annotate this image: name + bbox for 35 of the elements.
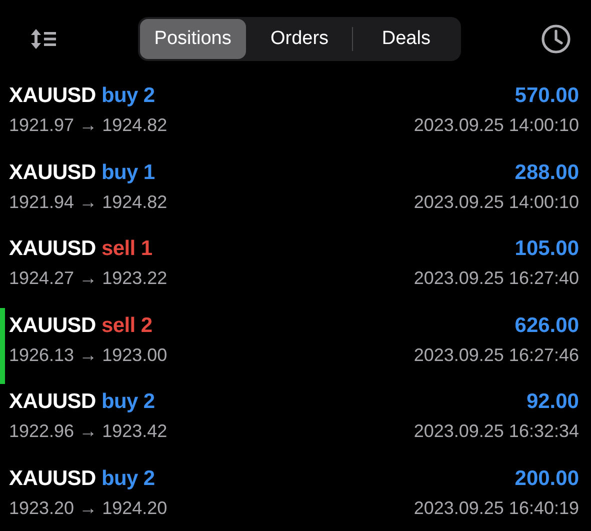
position-title: XAUUSD buy 2 xyxy=(9,390,155,414)
position-title: XAUUSD buy 2 xyxy=(9,84,155,108)
profit-value: 105.00 xyxy=(514,237,579,261)
history-clock-icon[interactable] xyxy=(541,24,571,54)
position-time: 2023.09.25 16:32:34 xyxy=(414,421,579,442)
position-row[interactable]: XAUUSD buy 1 288.00 1921.94 → 1924.82 2023.09.25 14:00:10 xyxy=(0,154,591,231)
position-time: 2023.09.25 16:27:40 xyxy=(414,268,579,289)
price-range: 1922.96 → 1923.42 xyxy=(9,421,168,442)
position-title: XAUUSD sell 1 xyxy=(9,237,152,261)
tab[interactable]: Positions xyxy=(140,19,246,59)
position-title: XAUUSD buy 1 xyxy=(9,160,155,184)
price-range: 1921.97 → 1924.82 xyxy=(9,115,168,136)
position-row[interactable]: XAUUSD buy 2 200.00 1923.20 → 1924.20 2023.09.25 16:40:19 xyxy=(0,460,591,531)
position-row[interactable]: XAUUSD sell 1 105.00 1924.27 → 1923.22 2023.09.25 16:27:40 xyxy=(0,231,591,308)
profit-value: 626.00 xyxy=(514,314,579,338)
tab[interactable]: Deals xyxy=(353,19,460,59)
position-title: XAUUSD sell 2 xyxy=(9,314,152,338)
profit-value: 92.00 xyxy=(526,390,579,414)
price-range: 1924.27 → 1923.22 xyxy=(9,268,168,289)
price-range: 1926.13 → 1923.00 xyxy=(9,344,168,366)
tab[interactable]: Orders xyxy=(246,19,352,59)
position-row[interactable]: XAUUSD sell 2 626.00 1926.13 → 1923.00 2023.09.25 16:27:46 xyxy=(0,308,591,384)
price-range: 1921.94 → 1924.82 xyxy=(9,192,168,212)
position-title: XAUUSD buy 2 xyxy=(9,466,155,490)
position-row[interactable]: XAUUSD buy 2 570.00 1921.97 → 1924.82 2023.09.25 14:00:10 xyxy=(0,78,591,154)
profit-value: 288.00 xyxy=(514,160,579,184)
position-time: 2023.09.25 14:00:10 xyxy=(414,115,579,136)
position-time: 2023.09.25 14:00:10 xyxy=(414,192,579,212)
position-row[interactable]: XAUUSD buy 2 92.00 1922.96 → 1923.42 2023.09.25 16:32:34 xyxy=(0,384,591,460)
sort-icon[interactable] xyxy=(30,27,58,51)
profit-value: 200.00 xyxy=(514,466,579,490)
position-time: 2023.09.25 16:27:46 xyxy=(414,344,579,366)
price-range: 1923.20 → 1924.20 xyxy=(9,498,168,518)
profit-value: 570.00 xyxy=(514,84,579,108)
position-time: 2023.09.25 16:40:19 xyxy=(414,498,579,518)
